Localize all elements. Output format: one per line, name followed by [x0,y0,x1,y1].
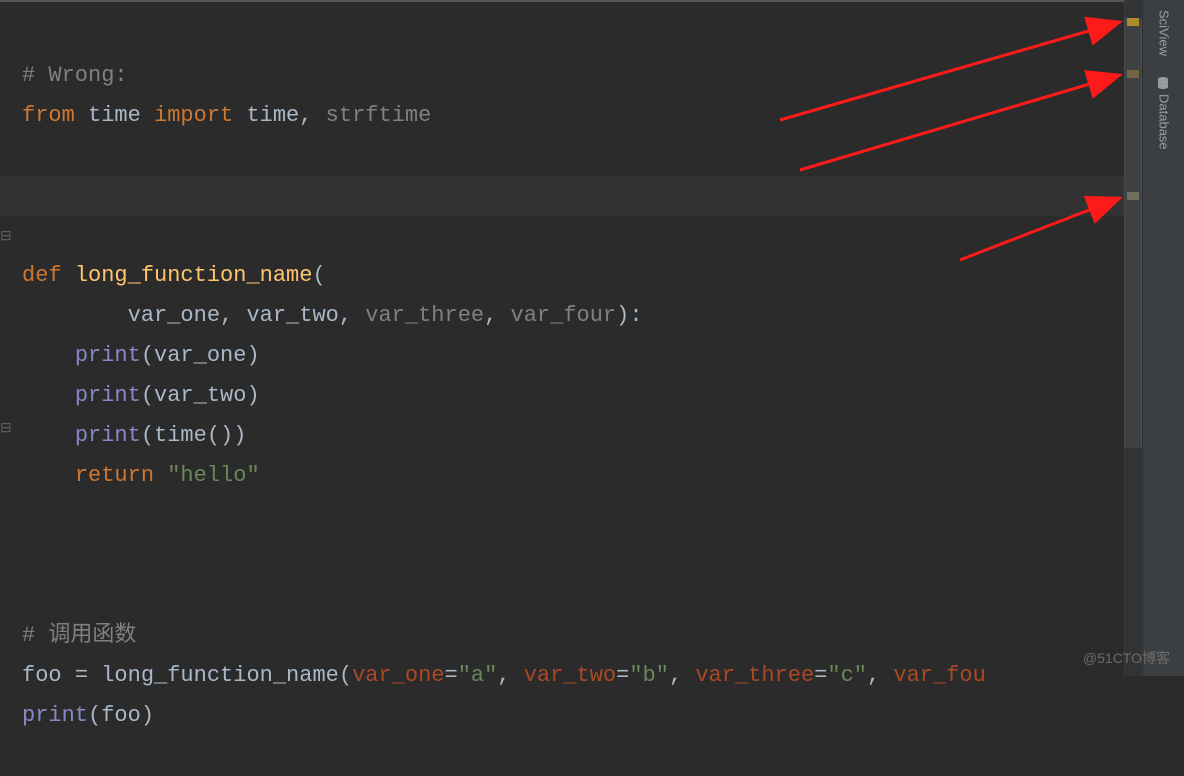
paren: ( [312,263,325,288]
blank-line [22,496,1124,536]
indent [22,423,75,448]
kw-def: def [22,263,62,288]
indent [22,463,75,488]
fold-handle-icon[interactable]: ⊟ [0,422,14,436]
paren: ) [246,383,259,408]
paren: ( [141,423,154,448]
current-line-highlight [0,176,1124,216]
comma: , [299,103,325,128]
blank-line [22,536,1124,576]
import-name: time [246,103,299,128]
param-unused: var_four [511,303,617,328]
arg: var_two [154,383,246,408]
comma: , [484,303,510,328]
code-comment: # 调用函数 [22,623,136,648]
string-literal: "hello" [167,463,259,488]
arg: foo [101,703,141,728]
module-name: time [88,103,141,128]
tool-window-sciview[interactable]: SciView [1143,0,1184,66]
paren: ) [246,343,259,368]
arg: var_one [154,343,246,368]
scrollbar-thumb[interactable] [1124,18,1142,448]
param-unused: var_three [365,303,484,328]
blank-line [22,136,1124,176]
parens: () [207,423,233,448]
space [154,463,167,488]
call-name: time [154,423,207,448]
paren: ) [233,423,246,448]
comma: , [220,303,246,328]
paren: ( [141,383,154,408]
builtin-print: print [22,703,88,728]
indent [22,303,128,328]
kw-import: import [154,103,233,128]
paren: ( [88,703,101,728]
indent [22,343,75,368]
kw-from: from [22,103,75,128]
code-content: # Wrong: from time import time, strftime… [0,2,1124,776]
code-editor[interactable]: # Wrong: from time import time, strftime… [0,0,1124,676]
paren-colon: ): [616,303,642,328]
watermark-text: @51CTO博客 [1083,648,1170,668]
paren: ) [141,703,154,728]
kw-return: return [75,463,154,488]
code-comment: # Wrong: [22,63,128,88]
database-icon [1157,76,1171,90]
comma: , [339,303,365,328]
builtin-print: print [75,423,141,448]
right-tool-strip: SciView Database [1142,0,1184,676]
param: var_two [246,303,338,328]
paren: ( [141,343,154,368]
tool-window-database[interactable]: Database [1143,66,1184,160]
builtin-print: print [75,383,141,408]
function-name: long_function_name [75,263,313,288]
fold-handle-icon[interactable]: ⊟ [0,230,14,244]
builtin-print: print [75,343,141,368]
import-name-unused: strftime [326,103,432,128]
database-label: Database [1157,94,1172,150]
indent [22,383,75,408]
param: var_one [128,303,220,328]
sciview-label: SciView [1157,10,1172,56]
